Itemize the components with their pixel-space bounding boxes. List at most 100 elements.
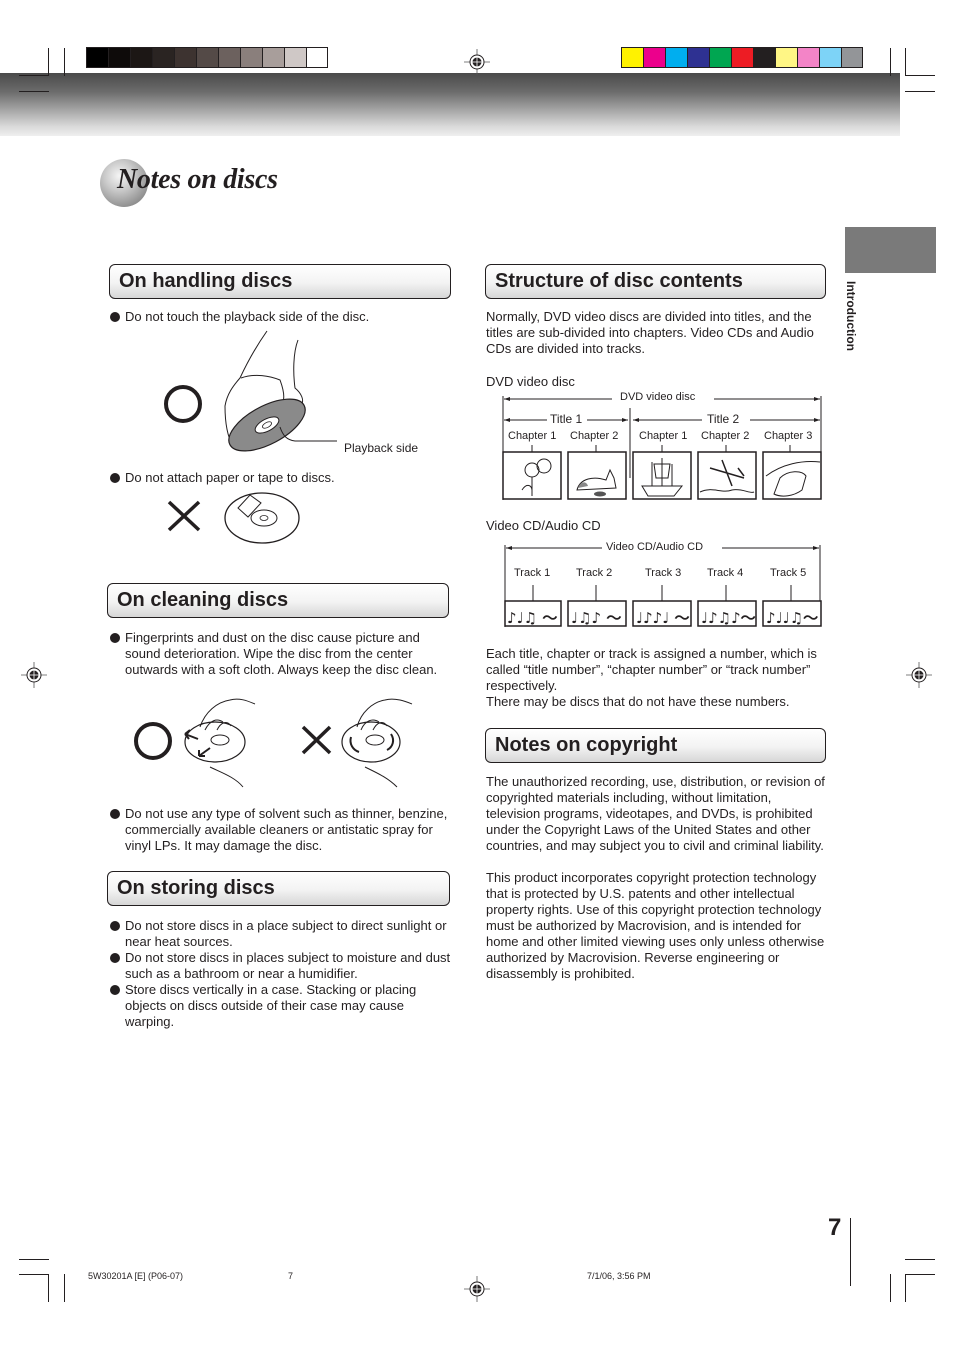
dvd-span-label: DVD video disc	[617, 391, 699, 403]
crop-mark	[64, 48, 65, 76]
color-swatch	[86, 47, 108, 68]
cleaning-illustration	[134, 698, 413, 788]
track-label: Track 2	[576, 567, 613, 579]
track-label: Track 3	[645, 567, 682, 579]
dvd-diagram-lines	[502, 396, 822, 500]
chapter-label: Chapter 2	[570, 430, 619, 442]
music-notes-icon: ♩♪♫♪～	[701, 609, 756, 627]
heading-storing-discs: On storing discs	[107, 871, 450, 906]
color-swatch	[709, 47, 731, 68]
side-tab-label: Introduction	[844, 281, 858, 351]
track-label: Track 5	[770, 567, 807, 579]
page-number: 7	[828, 1214, 842, 1241]
music-notes-icon: ♩♫♪ ～	[571, 609, 622, 627]
vcd-caption: Video CD/Audio CD	[486, 518, 601, 533]
crop-mark	[19, 91, 49, 92]
chapter-picture-car	[762, 451, 822, 500]
handling-bullet-1: Do not touch the playback side of the di…	[110, 309, 450, 325]
track-label: Track 1	[514, 567, 551, 579]
handling-bullet-2: Do not attach paper or tape to discs.	[110, 470, 450, 486]
crop-mark	[890, 1274, 891, 1302]
heading-cleaning-discs: On cleaning discs	[107, 583, 449, 618]
music-notes-icon: ♪♩♩♫～	[766, 609, 819, 627]
bullet-icon	[110, 921, 120, 931]
vcd-span-label: Video CD/Audio CD	[602, 541, 708, 553]
crop-mark	[890, 48, 891, 76]
bullet-icon	[110, 473, 120, 483]
bullet-icon	[110, 312, 120, 322]
dvd-caption: DVD video disc	[486, 374, 575, 389]
chapter-picture-sailing-ship	[632, 451, 692, 500]
crop-mark	[19, 75, 49, 76]
footer-timestamp: 7/1/06, 3:56 PM	[587, 1271, 651, 1281]
music-notes-icon: ♩♪♪♩ ～	[636, 609, 690, 627]
registration-mark-icon	[906, 662, 932, 688]
structure-intro: Normally, DVD video discs are divided in…	[486, 309, 814, 356]
track-label: Track 4	[707, 567, 744, 579]
color-swatch	[841, 47, 863, 68]
color-swatch	[218, 47, 240, 68]
color-swatch	[753, 47, 775, 68]
crop-mark	[48, 1274, 49, 1302]
chapter-label: Chapter 3	[764, 430, 813, 442]
crop-mark	[19, 1259, 49, 1260]
chapter-picture-sunflowers	[502, 451, 562, 500]
ok-circle-icon	[164, 385, 202, 423]
ok-circle-icon	[134, 722, 172, 760]
color-swatch	[731, 47, 753, 68]
crop-mark	[905, 1274, 935, 1275]
copyright-paragraph-1: The unauthorized recording, use, distrib…	[486, 774, 825, 853]
page-title: Notes on discs	[117, 164, 278, 195]
color-swatch	[643, 47, 665, 68]
vcd-structure-diagram: Video CD/Audio CD Track 1 Track 2 Track …	[502, 541, 824, 629]
color-swatch	[819, 47, 841, 68]
numbering-text: Each title, chapter or track is assigned…	[486, 646, 817, 709]
chapter-picture-cat	[567, 451, 627, 500]
cleaning-bullet-2: Do not use any type of solvent such as t…	[110, 806, 455, 854]
crop-mark	[905, 1259, 935, 1260]
bullet-icon	[110, 809, 120, 819]
color-swatch	[665, 47, 687, 68]
color-swatch	[240, 47, 262, 68]
chapter-label: Chapter 1	[508, 430, 557, 442]
disc-drawing	[184, 721, 246, 763]
registration-mark-icon	[21, 662, 47, 688]
color-swatch	[152, 47, 174, 68]
handling-disc-illustration	[164, 330, 337, 452]
cleaning-bullet-1: Fingerprints and dust on the disc cause …	[110, 630, 440, 678]
crop-mark	[48, 48, 49, 76]
registration-mark-icon	[464, 49, 490, 75]
chapter-picture-airplane	[697, 451, 757, 500]
storing-bullet-3: Store discs vertically in a case. Stacki…	[110, 982, 455, 1030]
ng-cross-icon	[301, 725, 332, 755]
tape-disc-illustration	[167, 492, 300, 544]
color-swatch	[262, 47, 284, 68]
storing-bullet-1: Do not store discs in a place subject to…	[110, 918, 455, 950]
color-swatch	[130, 47, 152, 68]
crop-mark	[905, 48, 906, 76]
color-swatch	[687, 47, 709, 68]
dvd-structure-diagram: DVD video disc Title 1 Title 2 Chapter 1…	[502, 390, 824, 502]
registration-mark-icon	[464, 1276, 490, 1302]
title-1-label: Title 1	[548, 412, 585, 426]
chapter-label: Chapter 2	[701, 430, 750, 442]
bullet-icon	[110, 633, 120, 643]
heading-handling-discs: On handling discs	[109, 264, 451, 299]
title-2-label: Title 2	[705, 412, 742, 426]
color-swatch	[775, 47, 797, 68]
color-swatch	[306, 47, 328, 68]
footer-doc-code: 5W30201A [E] (P06-07)	[88, 1271, 184, 1281]
bullet-icon	[110, 953, 120, 963]
storing-bullets: Do not store discs in a place subject to…	[110, 918, 455, 1030]
crop-mark	[19, 1274, 49, 1275]
storing-bullet-2: Do not store discs in places subject to …	[110, 950, 455, 982]
heading-notes-on-copyright: Notes on copyright	[485, 728, 826, 763]
color-swatch	[174, 47, 196, 68]
section-side-tab	[845, 227, 936, 273]
copyright-text: The unauthorized recording, use, distrib…	[486, 774, 826, 982]
page-number-rule	[850, 1218, 851, 1286]
header-gradient-band	[0, 73, 900, 136]
crop-mark	[905, 91, 935, 92]
music-notes-icon: ♪♩♫ ～	[507, 609, 558, 627]
heading-structure-of-disc-contents: Structure of disc contents	[485, 264, 826, 299]
